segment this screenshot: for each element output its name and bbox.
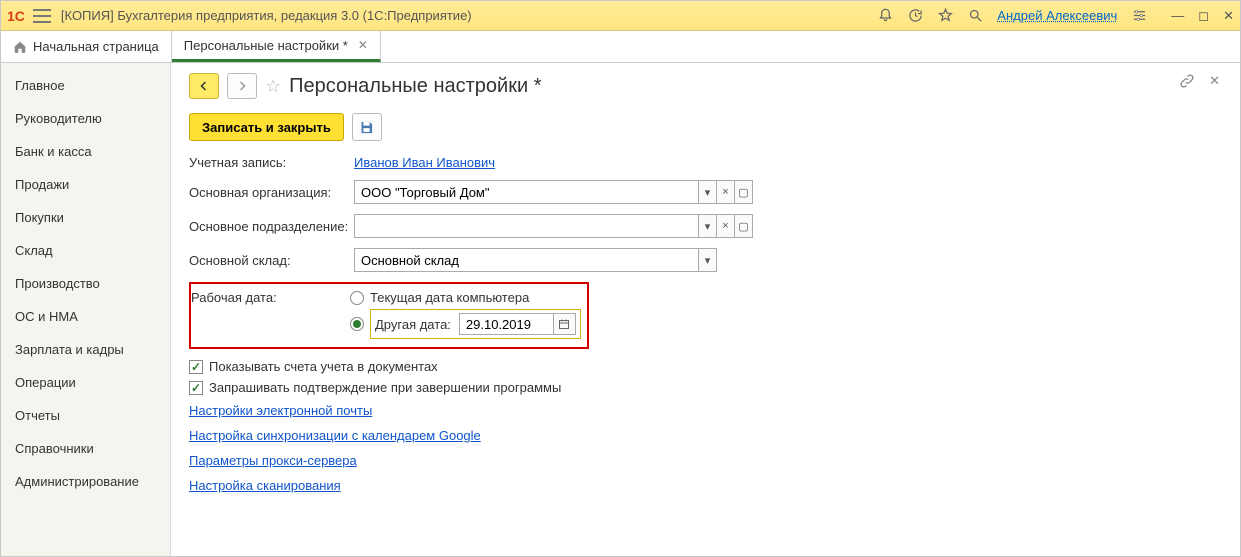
user-name[interactable]: Андрей Алексеевич [997, 8, 1117, 23]
close-icon[interactable]: ✕ [1223, 8, 1234, 24]
main-menu-icon[interactable] [33, 9, 51, 23]
open-icon[interactable]: ▢ [735, 214, 753, 238]
toolbar: Записать и закрыть [189, 113, 1222, 141]
dropdown-icon[interactable]: ▾ [699, 180, 717, 204]
titlebar: 1C [КОПИЯ] Бухгалтерия предприятия, реда… [1, 1, 1240, 31]
attachment-icon[interactable] [1179, 73, 1195, 89]
row-organization: Основная организация: ▾ × ▢ [189, 180, 1222, 204]
save-close-button[interactable]: Записать и закрыть [189, 113, 344, 141]
favorite-star-icon[interactable]: ☆ [265, 76, 281, 97]
row-warehouse: Основной склад: ▾ [189, 248, 1222, 272]
sidebar-item[interactable]: Операции [1, 366, 170, 399]
row-workdate-other: Другая дата: [191, 309, 581, 339]
forward-button[interactable] [227, 73, 257, 99]
sidebar-item[interactable]: Склад [1, 234, 170, 267]
radio-current-label: Текущая дата компьютера [370, 290, 529, 305]
row-confirm-exit: Запрашивать подтверждение при завершении… [189, 380, 1222, 395]
content: ☆ Персональные настройки * ✕ Записать и … [171, 63, 1240, 556]
back-button[interactable] [189, 73, 219, 99]
save-button[interactable] [352, 113, 382, 141]
sidebar-item[interactable]: Справочники [1, 432, 170, 465]
link-google-sync[interactable]: Настройка синхронизации с календарем Goo… [189, 428, 481, 443]
link-proxy[interactable]: Параметры прокси-сервера [189, 453, 357, 468]
clear-icon[interactable]: × [717, 180, 735, 204]
sidebar-item[interactable]: Администрирование [1, 465, 170, 498]
dropdown-icon[interactable]: ▾ [699, 248, 717, 272]
date-input[interactable] [459, 313, 554, 335]
history-icon[interactable] [907, 8, 923, 24]
sidebar-item[interactable]: Покупки [1, 201, 170, 234]
body: Главное Руководителю Банк и касса Продаж… [1, 63, 1240, 556]
radio-other-label: Другая дата: [375, 317, 451, 332]
minimize-icon[interactable]: — [1171, 8, 1184, 24]
logo-1c: 1C [7, 8, 25, 24]
org-label: Основная организация: [189, 185, 354, 200]
sidebar-item[interactable]: Продажи [1, 168, 170, 201]
sidebar-item[interactable]: Зарплата и кадры [1, 333, 170, 366]
page-title: Персональные настройки * [289, 75, 541, 98]
window-buttons: — ◻ ✕ [1171, 8, 1234, 24]
page-close-icon[interactable]: ✕ [1209, 73, 1220, 89]
sidebar-item[interactable]: ОС и НМА [1, 300, 170, 333]
dept-input[interactable] [354, 214, 699, 238]
sidebar-item[interactable]: Производство [1, 267, 170, 300]
wh-label: Основной склад: [189, 253, 354, 268]
confirm-exit-label: Запрашивать подтверждение при завершении… [209, 380, 561, 395]
workdate-section: Рабочая дата: Текущая дата компьютера Др… [189, 282, 589, 349]
checkbox-confirm-exit[interactable] [189, 381, 203, 395]
sidebar-item[interactable]: Банк и касса [1, 135, 170, 168]
row-department: Основное подразделение: ▾ × ▢ [189, 214, 1222, 238]
calendar-icon[interactable] [554, 313, 576, 335]
options-icon[interactable] [1131, 8, 1147, 24]
link-email-settings[interactable]: Настройки электронной почты [189, 403, 372, 418]
checkbox-show-accounts[interactable] [189, 360, 203, 374]
account-link[interactable]: Иванов Иван Иванович [354, 155, 495, 170]
content-header: ☆ Персональные настройки * ✕ [189, 73, 1222, 99]
sidebar-item[interactable]: Руководителю [1, 102, 170, 135]
open-icon[interactable]: ▢ [735, 180, 753, 204]
window-title: [КОПИЯ] Бухгалтерия предприятия, редакци… [61, 8, 877, 23]
row-account: Учетная запись: Иванов Иван Иванович [189, 155, 1222, 170]
tab-home[interactable]: Начальная страница [1, 31, 172, 62]
bell-icon[interactable] [877, 8, 893, 24]
wh-input[interactable] [354, 248, 699, 272]
row-show-accounts: Показывать счета учета в документах [189, 359, 1222, 374]
titlebar-tools: Андрей Алексеевич [877, 8, 1147, 24]
sidebar: Главное Руководителю Банк и касса Продаж… [1, 63, 171, 556]
row-workdate-current: Рабочая дата: Текущая дата компьютера [191, 290, 581, 305]
maximize-icon[interactable]: ◻ [1198, 8, 1209, 24]
tab-personal-settings[interactable]: Персональные настройки * ✕ [172, 31, 381, 62]
app-window: 1C [КОПИЯ] Бухгалтерия предприятия, реда… [0, 0, 1241, 557]
search-icon[interactable] [967, 8, 983, 24]
account-label: Учетная запись: [189, 155, 354, 170]
radio-other-date[interactable] [350, 317, 364, 331]
other-date-box: Другая дата: [370, 309, 581, 339]
star-icon[interactable] [937, 8, 953, 24]
links-section: Настройки электронной почты Настройка си… [189, 403, 1222, 503]
org-input[interactable] [354, 180, 699, 204]
tab-active-label: Персональные настройки * [184, 38, 348, 53]
workdate-label: Рабочая дата: [191, 290, 350, 305]
page-head-tools: ✕ [1179, 73, 1220, 89]
show-accounts-label: Показывать счета учета в документах [209, 359, 438, 374]
tab-bar: Начальная страница Персональные настройк… [1, 31, 1240, 63]
clear-icon[interactable]: × [717, 214, 735, 238]
sidebar-item[interactable]: Главное [1, 69, 170, 102]
sidebar-item[interactable]: Отчеты [1, 399, 170, 432]
link-scanner[interactable]: Настройка сканирования [189, 478, 341, 493]
radio-current-date[interactable] [350, 291, 364, 305]
tab-home-label: Начальная страница [33, 39, 159, 54]
dept-label: Основное подразделение: [189, 219, 354, 234]
dropdown-icon[interactable]: ▾ [699, 214, 717, 238]
tab-close-icon[interactable]: ✕ [358, 38, 368, 52]
